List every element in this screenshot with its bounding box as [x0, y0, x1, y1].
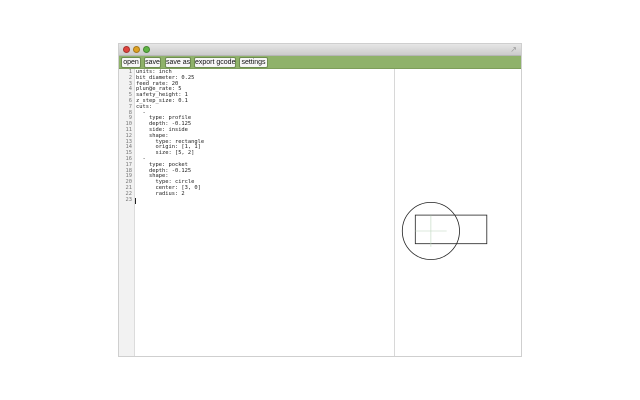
save-as-button[interactable]: save as	[165, 57, 191, 68]
expand-icon[interactable]: ↗	[510, 44, 517, 55]
app-window: ↗ open save save as export gcode setting…	[119, 44, 521, 356]
zoom-window-button[interactable]	[143, 46, 150, 53]
export-gcode-button[interactable]: export gcode	[194, 57, 236, 68]
rectangle-shape	[414, 214, 488, 245]
minimize-window-button[interactable]	[133, 46, 140, 53]
code-line: radius: 2	[136, 190, 185, 197]
title-bar: ↗	[119, 44, 521, 56]
toolbar: open save save as export gcode settings	[119, 56, 521, 69]
line-number-gutter: 1 2 3 4 5 6 7 8 9 10 11 12 13 14 15 16 17 18 19 20 21 22 23	[119, 69, 135, 356]
line-number: 23	[125, 196, 133, 203]
open-button[interactable]: open	[121, 57, 141, 68]
code-editor[interactable]: 1 2 3 4 5 6 7 8 9 10 11 12 13 14 15 16 17 18 19 20 21 22 23 un…	[119, 69, 394, 356]
toolpath-preview[interactable]	[395, 69, 521, 356]
text-cursor	[135, 197, 136, 204]
close-window-button[interactable]	[123, 46, 130, 53]
save-button[interactable]: save	[144, 57, 161, 68]
settings-button[interactable]: settings	[239, 57, 268, 68]
preview-canvas	[401, 201, 488, 260]
